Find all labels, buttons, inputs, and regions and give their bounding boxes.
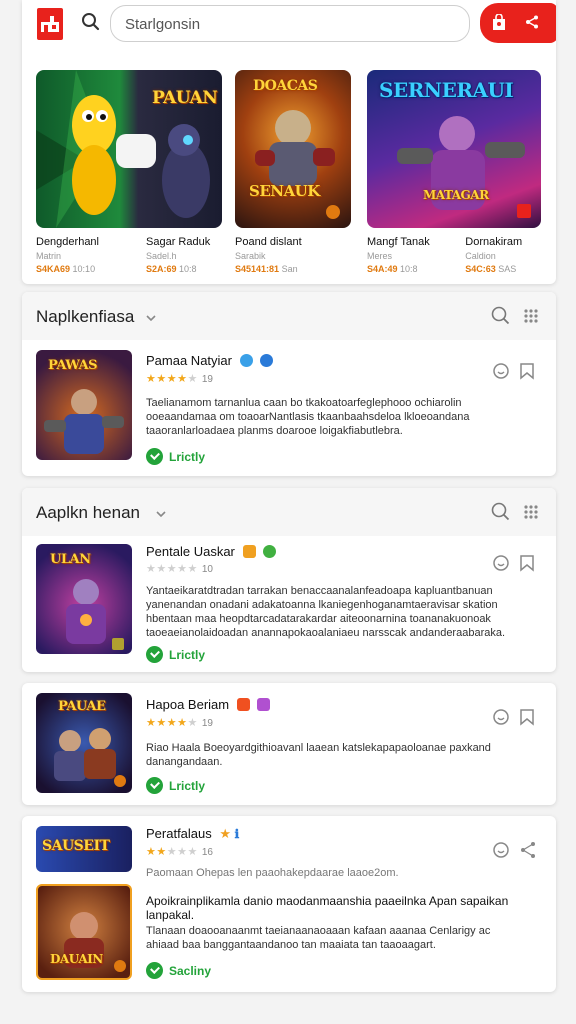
featured-price: S4C:63 SAS bbox=[465, 264, 517, 274]
status-label: Sacliny bbox=[146, 962, 211, 979]
rating-stars: ★★★★★ 10 bbox=[146, 563, 213, 575]
search-icon[interactable] bbox=[491, 502, 511, 522]
like-icon[interactable] bbox=[492, 554, 510, 572]
app-name[interactable]: Hapoa Beriam bbox=[146, 697, 271, 712]
rating-stars: ★★★★★ 19 bbox=[146, 373, 213, 385]
featured-art: SERNERAUI MATAGAR bbox=[367, 70, 541, 228]
bookmark-icon[interactable] bbox=[519, 362, 535, 380]
app-icon[interactable]: ULAN bbox=[36, 544, 132, 654]
app-banner[interactable]: SAUSEIT bbox=[36, 826, 132, 872]
featured-subtitle: Caldion bbox=[465, 251, 496, 261]
check-icon bbox=[146, 448, 163, 465]
app-description-2: Tlanaan doaooanaanmt taeianaanaoaaan kaf… bbox=[146, 925, 491, 951]
share-icon bbox=[526, 15, 538, 29]
featured-labels-4: Mangf Tanak Meres S4A:49 10:8 bbox=[367, 228, 433, 274]
app-icon-title: ULAN bbox=[50, 552, 91, 567]
featured-art-title: PAUAN bbox=[152, 88, 218, 108]
like-icon[interactable] bbox=[492, 362, 510, 380]
app-icon-title: PAWAS bbox=[48, 358, 98, 373]
app-icon-title: DAUAIN bbox=[50, 952, 103, 966]
featured-price: S4A:49 10:8 bbox=[367, 264, 418, 274]
featured-art-title: DOACAS bbox=[253, 78, 318, 94]
section-card-2: Aaplkn henan ULAN Pentale Uaskar ★★★★★ 10… bbox=[22, 488, 556, 672]
search-icon[interactable] bbox=[81, 12, 101, 32]
like-icon[interactable] bbox=[492, 708, 510, 726]
top-card: Starlgonsin PAUAN Dengderhanl Matrin S4K… bbox=[22, 0, 556, 284]
app-banner-title: SAUSEIT bbox=[42, 838, 110, 854]
section-title[interactable]: Aaplkn henan bbox=[36, 503, 140, 523]
info-icon bbox=[260, 354, 274, 367]
star-icon: ★ bbox=[219, 826, 232, 841]
bookmark-icon[interactable] bbox=[519, 708, 535, 726]
section-card-1: Naplkenfiasa PAWAS Pamaa Natyiar ★★★★★ 19… bbox=[22, 292, 556, 476]
app-name[interactable]: Peratfalaus ★ ℹ bbox=[146, 826, 239, 842]
store-logo-icon bbox=[41, 16, 59, 32]
featured-title: Mangf Tanak bbox=[367, 236, 430, 248]
app-description: Taelianamom tarnanlua caan bo tkakoatoar… bbox=[146, 397, 470, 437]
app-icon[interactable]: PAWAS bbox=[36, 350, 132, 460]
fire-icon bbox=[236, 698, 250, 711]
app-headline: Apoikrainplikamla danio maodanmaanshia p… bbox=[146, 894, 509, 922]
status-label: Lrictly bbox=[146, 646, 205, 663]
featured-price: S2A:69 10:8 bbox=[146, 264, 197, 274]
featured-title: Dornakiram bbox=[465, 236, 523, 248]
app-card-4: SAUSEIT DAUAIN Peratfalaus ★ ℹ ★★★★★ 16 P… bbox=[22, 816, 556, 992]
featured-game-3[interactable]: DOACAS SENAUK Poand dislant Sarabik S451… bbox=[235, 70, 351, 274]
featured-title: Poand dislant bbox=[235, 236, 302, 248]
status-label: Lrictly bbox=[146, 448, 205, 465]
section-header: Aaplkn henan bbox=[22, 488, 556, 536]
header-action-button[interactable] bbox=[480, 3, 556, 43]
featured-art-caption: MATAGAR bbox=[423, 188, 489, 202]
check-icon bbox=[146, 777, 163, 794]
check-icon bbox=[146, 962, 163, 979]
section-header: Naplkenfiasa bbox=[22, 292, 556, 340]
info-icon: ℹ bbox=[234, 827, 240, 841]
app-name[interactable]: Pentale Uaskar bbox=[146, 544, 277, 559]
featured-game-5[interactable]: Dornakiram Caldion S4C:63 SAS bbox=[465, 228, 541, 274]
rating-stars: ★★★★★ 16 bbox=[146, 846, 213, 858]
status-label: Lrictly bbox=[146, 777, 205, 794]
featured-price: S45141:81 San bbox=[235, 264, 298, 274]
featured-art: PAUAN bbox=[36, 70, 222, 228]
featured-game-2[interactable]: Sagar Raduk Sadel.h S2A:69 10:8 bbox=[146, 228, 236, 274]
search-input[interactable]: Starlgonsin bbox=[110, 5, 470, 42]
bookmark-icon[interactable] bbox=[519, 554, 535, 572]
app-card-3: PAUAE Hapoa Beriam ★★★★★ 19 Riao Haala Bo… bbox=[22, 683, 556, 805]
chevron-down-icon[interactable] bbox=[156, 511, 166, 517]
featured-subtitle: Sadel.h bbox=[146, 251, 177, 261]
app-description: Paomaan Ohepas len paaohakepdaarae laaoe… bbox=[146, 867, 399, 879]
featured-art-title: SERNERAUI bbox=[379, 78, 514, 102]
verified-icon bbox=[239, 354, 253, 367]
app-icon[interactable]: DAUAIN bbox=[36, 884, 132, 980]
bag-icon bbox=[493, 14, 505, 30]
featured-art-caption: SENAUK bbox=[249, 182, 320, 200]
app-name[interactable]: Pamaa Natyiar bbox=[146, 353, 274, 368]
featured-subtitle: Sarabik bbox=[235, 251, 266, 261]
chevron-down-icon[interactable] bbox=[146, 315, 156, 321]
grid-icon[interactable] bbox=[523, 504, 539, 520]
featured-art: DOACAS SENAUK bbox=[235, 70, 351, 228]
featured-subtitle: Meres bbox=[367, 251, 393, 261]
app-description: Yantaeikaratdtradan tarrakan benaccaanal… bbox=[146, 585, 506, 639]
share-icon[interactable] bbox=[519, 841, 537, 859]
featured-game-4[interactable]: SERNERAUI MATAGAR Mangf Tanak Meres S4A:… bbox=[367, 70, 541, 274]
app-logo[interactable] bbox=[37, 8, 63, 40]
award-icon bbox=[242, 545, 256, 558]
leaf-icon bbox=[263, 545, 277, 558]
featured-title: Sagar Raduk bbox=[146, 236, 211, 248]
search-icon[interactable] bbox=[491, 306, 511, 326]
gem-icon bbox=[257, 698, 271, 711]
section-title[interactable]: Naplkenfiasa bbox=[36, 307, 134, 327]
check-icon bbox=[146, 646, 163, 663]
app-description: Riao Haala Boeoyardgithioavanl laaean ka… bbox=[146, 742, 491, 768]
app-icon[interactable]: PAUAE bbox=[36, 693, 132, 793]
like-icon[interactable] bbox=[492, 841, 510, 859]
grid-icon[interactable] bbox=[523, 308, 539, 324]
app-icon-title: PAUAE bbox=[58, 699, 106, 714]
rating-stars: ★★★★★ 19 bbox=[146, 717, 213, 729]
top-bar: Starlgonsin bbox=[22, 0, 556, 48]
